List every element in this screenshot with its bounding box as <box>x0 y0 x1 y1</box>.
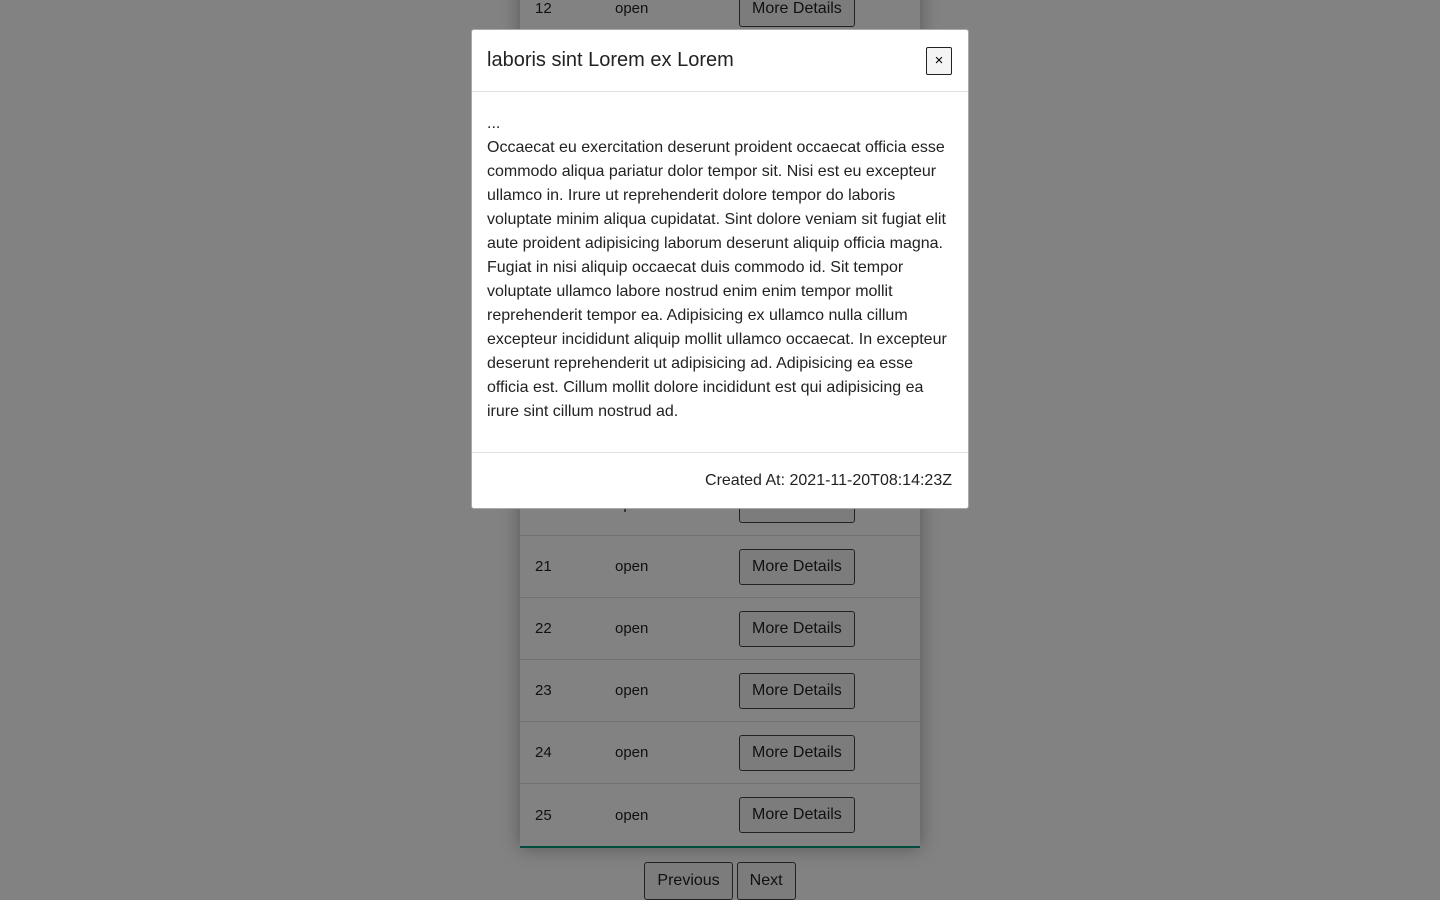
modal-header: laboris sint Lorem ex Lorem × <box>472 30 968 92</box>
modal-body: ... Occaecat eu exercitation deserunt pr… <box>472 92 968 453</box>
modal-ellipsis: ... <box>487 115 501 132</box>
modal-title: laboris sint Lorem ex Lorem <box>487 49 734 71</box>
created-at-text: Created At: 2021-11-20T08:14:23Z <box>705 472 952 489</box>
modal-description: Occaecat eu exercitation deserunt proide… <box>487 139 947 420</box>
modal-footer: Created At: 2021-11-20T08:14:23Z <box>472 453 968 509</box>
close-button[interactable]: × <box>926 46 952 75</box>
details-modal: laboris sint Lorem ex Lorem × ... Occaec… <box>471 29 969 509</box>
